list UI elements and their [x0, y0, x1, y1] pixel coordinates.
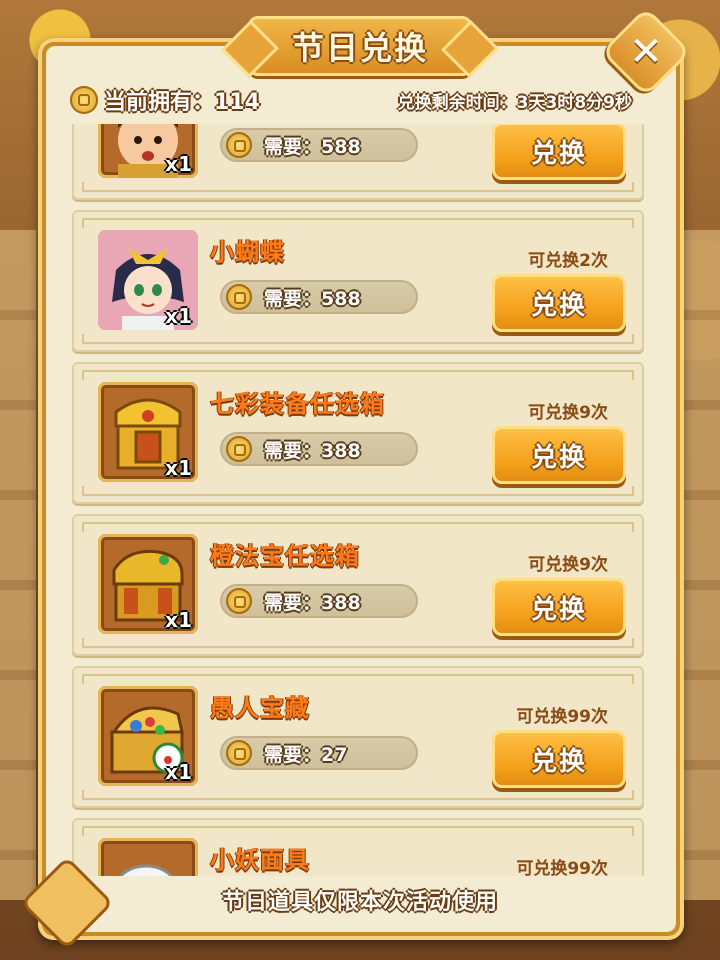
item-cost-text: 需要：588 — [264, 135, 361, 158]
exchange-button[interactable]: 兑换 — [492, 124, 626, 180]
festival-coin-icon — [226, 436, 252, 462]
list-item: 小妖面具 可兑换99次 — [72, 818, 644, 876]
list-item: x1 橙法宝任选箱 需要：388 可兑换9次 兑换 — [72, 514, 644, 656]
close-icon[interactable]: ✕ — [614, 20, 678, 84]
item-cost-text: 需要：388 — [264, 439, 361, 462]
exchange-button-label: 兑换 — [530, 442, 587, 473]
remaining-exchanges: 可兑换99次 — [516, 859, 608, 876]
header-info-bar: 当前拥有：114 兑换剩余时间：3天3时8分9秒 — [58, 78, 662, 122]
item-quantity: x1 — [165, 304, 192, 328]
item-cost: 需要：27 — [220, 736, 418, 770]
remaining-exchanges: 可兑换99次 — [516, 707, 608, 727]
festival-coin-icon — [226, 132, 252, 158]
item-cost-text: 需要：27 — [264, 743, 348, 766]
item-quantity: x1 — [165, 760, 192, 784]
item-cost-text: 需要：388 — [264, 591, 361, 614]
item-cost: 需要：588 — [220, 128, 418, 162]
item-cost-text: 需要：588 — [264, 287, 361, 310]
festival-coin-icon — [226, 740, 252, 766]
remaining-exchanges: 可兑换9次 — [528, 555, 608, 575]
rainbow-equipment-chest-icon: x1 — [98, 382, 198, 482]
butterfly-girl-portrait-icon: x1 — [98, 230, 198, 330]
exchange-button[interactable]: 兑换 — [492, 426, 626, 484]
festival-coin-icon — [226, 284, 252, 310]
item-cost: 需要：388 — [220, 432, 418, 466]
exchange-button[interactable]: 兑换 — [492, 274, 626, 332]
dialog-title-banner: 节日兑换 — [248, 16, 472, 76]
item-quantity: x1 — [165, 152, 192, 176]
orange-treasure-chest-icon: x1 — [98, 534, 198, 634]
owned-currency: 当前拥有：114 — [70, 84, 260, 116]
festival-coin-icon — [226, 588, 252, 614]
festival-coin-icon — [70, 86, 98, 114]
item-name: 小妖面具 — [210, 846, 310, 874]
exchange-button-label: 兑换 — [530, 594, 587, 625]
exchange-button-label: 兑换 — [530, 746, 587, 777]
item-cost: 需要：388 — [220, 584, 418, 618]
remaining-exchanges: 可兑换9次 — [528, 403, 608, 423]
exchange-button-label: 兑换 — [530, 290, 587, 321]
item-quantity: x1 — [165, 608, 192, 632]
item-name: 橙法宝任选箱 — [210, 542, 360, 570]
exchange-button[interactable]: 兑换 — [492, 730, 626, 788]
remaining-exchanges: 可兑换2次 — [528, 251, 608, 271]
list-item: x1 需要：588 兑换 — [72, 124, 644, 200]
exchange-countdown: 兑换剩余时间：3天3时8分9秒 — [397, 92, 632, 113]
exchange-list[interactable]: x1 需要：588 兑换 x1 小蝴蝶 需要：588 可兑换2次 兑换 x1 七… — [72, 124, 644, 876]
item-quantity: x1 — [165, 456, 192, 480]
list-item: x1 愚人宝藏 需要：27 可兑换99次 兑换 — [72, 666, 644, 808]
list-item: x1 七彩装备任选箱 需要：388 可兑换9次 兑换 — [72, 362, 644, 504]
background-left-strip — [0, 230, 36, 900]
exchange-button-label: 兑换 — [530, 138, 587, 169]
item-name: 小蝴蝶 — [210, 238, 285, 266]
background-right-strip — [684, 230, 720, 900]
hero-portrait-icon: x1 — [98, 124, 198, 178]
dialog-title: 节日兑换 — [291, 29, 428, 67]
exchange-button[interactable]: 兑换 — [492, 578, 626, 636]
item-name: 七彩装备任选箱 — [210, 390, 385, 418]
fool-treasure-chest-icon: x1 — [98, 686, 198, 786]
footer-note-bar: 节日道具仅限本次活动使用 — [58, 876, 662, 924]
list-item: x1 小蝴蝶 需要：588 可兑换2次 兑换 — [72, 210, 644, 352]
little-demon-mask-icon — [98, 838, 198, 876]
owned-amount: 当前拥有：114 — [104, 90, 260, 115]
footer-note: 节日道具仅限本次活动使用 — [221, 890, 498, 915]
item-name: 愚人宝藏 — [210, 694, 310, 722]
item-cost: 需要：588 — [220, 280, 418, 314]
